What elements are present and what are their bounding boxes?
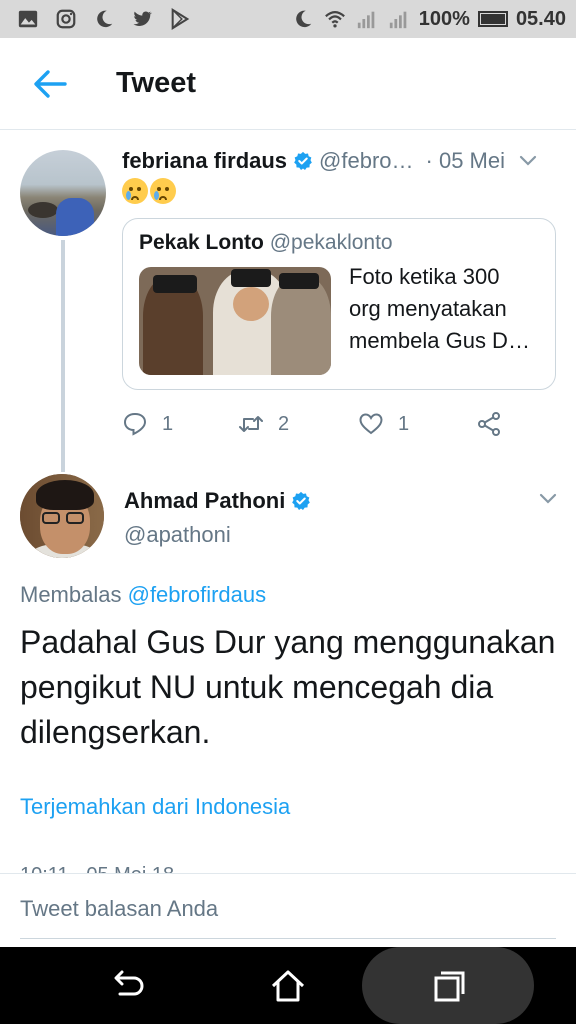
retweet-count: 2 <box>278 412 290 435</box>
navigation-bar <box>0 947 576 1024</box>
quoted-tweet-card[interactable]: Pekak Lonto @pekaklonto Foto ketika 300 … <box>122 218 556 390</box>
author-handle[interactable]: @apathoni <box>124 522 231 548</box>
author-name[interactable]: Ahmad Pathoni <box>124 488 285 514</box>
instagram-icon <box>54 7 78 31</box>
replying-to: Membalas @febrofirdaus <box>20 582 266 608</box>
like-button[interactable]: 1 <box>358 406 409 442</box>
crying-face-icon <box>122 178 148 204</box>
share-icon <box>478 412 500 436</box>
battery-icon <box>477 11 508 27</box>
battery-percent: 100% <box>418 7 470 30</box>
retweet-icon <box>239 416 263 432</box>
recents-icon <box>434 971 465 1001</box>
avatar[interactable] <box>20 474 104 558</box>
reply-input[interactable]: Tweet balasan Anda <box>20 896 218 922</box>
tweet-body: Padahal Gus Dur yang menggunakan pengiku… <box>20 624 556 750</box>
arrow-left-icon <box>34 69 67 98</box>
moon-icon <box>291 7 315 31</box>
parent-tweet[interactable]: febriana firdaus @febro… · 05 Mei Pekak … <box>0 130 576 472</box>
reply-button[interactable]: 1 <box>122 406 173 442</box>
quoted-author-name: Pekak Lonto <box>139 231 264 254</box>
replying-label: Membalas <box>20 582 122 607</box>
emoji-text <box>122 178 176 204</box>
translate-link[interactable]: Terjemahkan dari Indonesia <box>20 794 290 820</box>
tweet-actions: 1 2 1 <box>122 406 542 442</box>
verified-badge-icon <box>291 491 311 511</box>
clock: 05.40 <box>515 7 566 30</box>
play-store-icon <box>168 7 192 31</box>
home-icon <box>271 970 305 1001</box>
tweet-time[interactable]: · 05 Mei <box>426 148 505 174</box>
replying-mention[interactable]: @febrofirdaus <box>128 582 267 607</box>
status-system-icons: 100% 05.40 <box>291 7 566 31</box>
quoted-text-line: membela Gus D… <box>349 328 530 353</box>
quoted-tweet-photo[interactable] <box>139 267 331 375</box>
thread-connector <box>61 240 65 472</box>
page-title: Tweet <box>116 67 197 99</box>
quoted-tweet-header: Pekak Lonto @pekaklonto <box>139 231 393 255</box>
verified-badge-icon <box>293 151 313 171</box>
author-name-row: Ahmad Pathoni <box>124 488 317 514</box>
crying-face-icon <box>150 178 176 204</box>
heart-icon <box>359 413 383 435</box>
back-icon <box>114 970 144 995</box>
share-button[interactable] <box>476 406 502 442</box>
avatar[interactable] <box>20 150 106 236</box>
twitter-icon <box>130 7 154 31</box>
nav-back-button[interactable] <box>88 947 168 1024</box>
status-notification-icons <box>16 7 192 31</box>
quoted-author-handle: @pekaklonto <box>269 231 393 254</box>
app-header: Tweet <box>0 38 576 130</box>
quoted-text-line: Foto ketika 300 <box>349 264 500 289</box>
divider <box>20 938 556 939</box>
moon-icon <box>92 7 116 31</box>
reply-count: 1 <box>162 412 174 435</box>
status-bar: 100% 05.40 <box>0 0 576 38</box>
back-button[interactable] <box>20 54 80 114</box>
wifi-icon <box>323 7 347 31</box>
quoted-tweet-text: Foto ketika 300 org menyatakan membela G… <box>349 261 545 357</box>
chevron-down-icon[interactable] <box>518 150 538 170</box>
author-name[interactable]: febriana firdaus <box>122 148 287 174</box>
reply-icon <box>123 412 147 436</box>
chevron-down-icon[interactable] <box>538 488 558 508</box>
retweet-button[interactable]: 2 <box>238 406 289 442</box>
quoted-text-line: org menyatakan <box>349 296 507 321</box>
gallery-icon <box>16 7 40 31</box>
author-handle[interactable]: @febro… <box>319 148 413 174</box>
nav-home-button[interactable] <box>248 947 328 1024</box>
reply-composer[interactable]: Tweet balasan Anda <box>0 873 576 947</box>
nav-recents-button[interactable] <box>362 947 534 1024</box>
tweet-header: febriana firdaus @febro… · 05 Mei <box>122 146 556 176</box>
signal-icon <box>387 7 411 31</box>
signal-icon <box>355 7 379 31</box>
like-count: 1 <box>398 412 410 435</box>
